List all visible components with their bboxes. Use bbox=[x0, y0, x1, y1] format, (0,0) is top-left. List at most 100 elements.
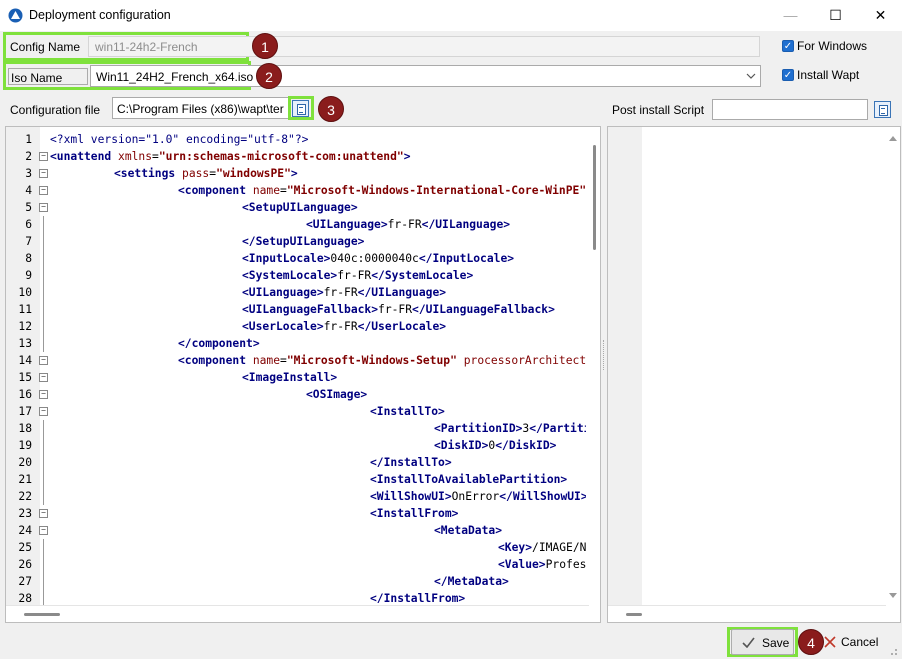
line-number: 3 bbox=[25, 167, 32, 180]
fold-line bbox=[43, 284, 44, 301]
line-number: 13 bbox=[18, 337, 32, 350]
minimize-button[interactable]: — bbox=[768, 0, 813, 31]
code-text: <SetupUILanguage> bbox=[242, 201, 358, 214]
fold-line bbox=[43, 267, 44, 284]
save-label: Save bbox=[762, 636, 790, 650]
code-line: 1 <?xml version="1.0" encoding="utf-8"?> bbox=[6, 131, 586, 148]
code-text: </InstallTo> bbox=[370, 456, 452, 469]
line-number: 21 bbox=[18, 473, 32, 486]
code-text: <Value>Professionnel</Value> bbox=[498, 558, 586, 571]
fold-line bbox=[43, 318, 44, 335]
line-number: 8 bbox=[25, 252, 32, 265]
code-line: 3− <settings pass="windowsPE"> bbox=[6, 165, 586, 182]
line-number: 19 bbox=[18, 439, 32, 452]
iso-name-combobox[interactable]: Win11_24H2_French_x64.iso bbox=[90, 65, 761, 87]
cancel-x-icon bbox=[824, 636, 836, 648]
code-line: 27 </MetaData> bbox=[6, 573, 586, 590]
scroll-up-icon[interactable] bbox=[889, 135, 897, 141]
code-line: 13 </component> bbox=[6, 335, 586, 352]
fold-toggle[interactable]: − bbox=[39, 390, 48, 399]
code-text: <InstallToAvailablePartition> bbox=[370, 473, 568, 486]
code-line: 8 <InputLocale>040c:0000040c</InputLocale… bbox=[6, 250, 586, 267]
code-text: <component name="Microsoft-Windows-Inter… bbox=[178, 184, 586, 197]
post-install-field[interactable] bbox=[712, 99, 868, 120]
iso-name-value: Win11_24H2_French_x64.iso bbox=[96, 70, 254, 84]
code-text: <?xml version="1.0" encoding="utf-8"?> bbox=[50, 133, 309, 146]
code-area[interactable]: 1 <?xml version="1.0" encoding="utf-8"?> … bbox=[6, 131, 586, 607]
editor-horizontal-scrollbar[interactable] bbox=[608, 605, 886, 622]
line-number: 2 bbox=[25, 150, 32, 163]
line-number: 6 bbox=[25, 218, 32, 231]
post-install-label: Post install Script bbox=[612, 103, 705, 117]
line-number: 16 bbox=[18, 388, 32, 401]
splitter-handle[interactable] bbox=[603, 340, 605, 370]
code-line: 9 <SystemLocale>fr-FR</SystemLocale> bbox=[6, 267, 586, 284]
install-wapt-checkbox[interactable]: ✓ bbox=[782, 69, 794, 81]
for-windows-label: For Windows bbox=[797, 39, 868, 53]
code-text: <ImageInstall> bbox=[242, 371, 338, 384]
fold-toggle[interactable]: − bbox=[39, 152, 48, 161]
checkmark-icon bbox=[742, 637, 755, 648]
code-text: <InstallTo> bbox=[370, 405, 445, 418]
line-number: 1 bbox=[25, 133, 32, 146]
config-name-field[interactable]: win11-24h2-French bbox=[88, 36, 760, 57]
fold-toggle[interactable]: − bbox=[39, 186, 48, 195]
line-number: 23 bbox=[18, 507, 32, 520]
code-line: 17− <InstallTo> bbox=[6, 403, 586, 420]
code-text: </MetaData> bbox=[434, 575, 509, 588]
horizontal-scroll-thumb[interactable] bbox=[626, 613, 642, 616]
fold-toggle[interactable]: − bbox=[39, 203, 48, 212]
code-line: 10 <UILanguage>fr-FR</UILanguage> bbox=[6, 284, 586, 301]
code-text: <InputLocale>040c:0000040c</InputLocale> bbox=[242, 252, 515, 265]
xml-editor[interactable]: 1 <?xml version="1.0" encoding="utf-8"?> … bbox=[5, 126, 601, 623]
code-text: <UILanguageFallback>fr-FR</UILanguageFal… bbox=[242, 303, 555, 316]
config-file-browse-button[interactable] bbox=[292, 100, 309, 117]
fold-toggle[interactable]: − bbox=[39, 526, 48, 535]
code-line: 20 </InstallTo> bbox=[6, 454, 586, 471]
fold-toggle[interactable]: − bbox=[39, 169, 48, 178]
for-windows-checkbox[interactable]: ✓ bbox=[782, 40, 794, 52]
code-line: 4− <component name="Microsoft-Windows-Int… bbox=[6, 182, 586, 199]
resize-grip-icon[interactable] bbox=[886, 644, 898, 656]
fold-line bbox=[43, 437, 44, 454]
fold-toggle[interactable]: − bbox=[39, 509, 48, 518]
post-install-browse-button[interactable] bbox=[874, 101, 891, 118]
post-install-editor[interactable] bbox=[607, 126, 901, 623]
vertical-scroll-thumb[interactable] bbox=[593, 145, 596, 250]
maximize-button[interactable]: ☐ bbox=[813, 0, 858, 31]
minimize-icon: — bbox=[783, 7, 798, 23]
code-line: 22 <WillShowUI>OnError</WillShowUI> bbox=[6, 488, 586, 505]
horizontal-scroll-thumb[interactable] bbox=[24, 613, 60, 616]
code-text: <InstallFrom> bbox=[370, 507, 459, 520]
scroll-down-icon[interactable] bbox=[889, 593, 897, 599]
fold-line bbox=[43, 420, 44, 437]
editor-horizontal-scrollbar[interactable] bbox=[6, 605, 589, 622]
line-number: 25 bbox=[18, 541, 32, 554]
config-name-label: Config Name bbox=[10, 40, 81, 54]
line-number: 12 bbox=[18, 320, 32, 333]
iso-name-label: Iso Name bbox=[8, 68, 88, 85]
code-line: 26 <Value>Professionnel</Value> bbox=[6, 556, 586, 573]
editor-vertical-scrollbar[interactable] bbox=[589, 127, 600, 605]
config-file-field[interactable]: C:\Program Files (x86)\wapt\ter bbox=[112, 97, 290, 119]
wapt-logo-icon bbox=[8, 8, 23, 23]
fold-line bbox=[43, 539, 44, 556]
fold-toggle[interactable]: − bbox=[39, 407, 48, 416]
close-button[interactable]: ✕ bbox=[858, 0, 902, 31]
code-line: 11 <UILanguageFallback>fr-FR</UILanguageF… bbox=[6, 301, 586, 318]
editor-gutter bbox=[608, 127, 642, 605]
fold-line bbox=[43, 488, 44, 505]
save-button[interactable]: Save bbox=[731, 629, 794, 655]
fold-toggle[interactable]: − bbox=[39, 373, 48, 382]
line-number: 17 bbox=[18, 405, 32, 418]
editor-vertical-scrollbar[interactable] bbox=[886, 127, 900, 605]
badge-2: 2 bbox=[256, 63, 282, 89]
code-line: 24− <MetaData> bbox=[6, 522, 586, 539]
line-number: 18 bbox=[18, 422, 32, 435]
fold-toggle[interactable]: − bbox=[39, 356, 48, 365]
line-number: 9 bbox=[25, 269, 32, 282]
config-file-label: Configuration file bbox=[10, 103, 101, 117]
line-number: 24 bbox=[18, 524, 32, 537]
cancel-button[interactable]: Cancel bbox=[822, 629, 888, 655]
code-text: <MetaData> bbox=[434, 524, 503, 537]
